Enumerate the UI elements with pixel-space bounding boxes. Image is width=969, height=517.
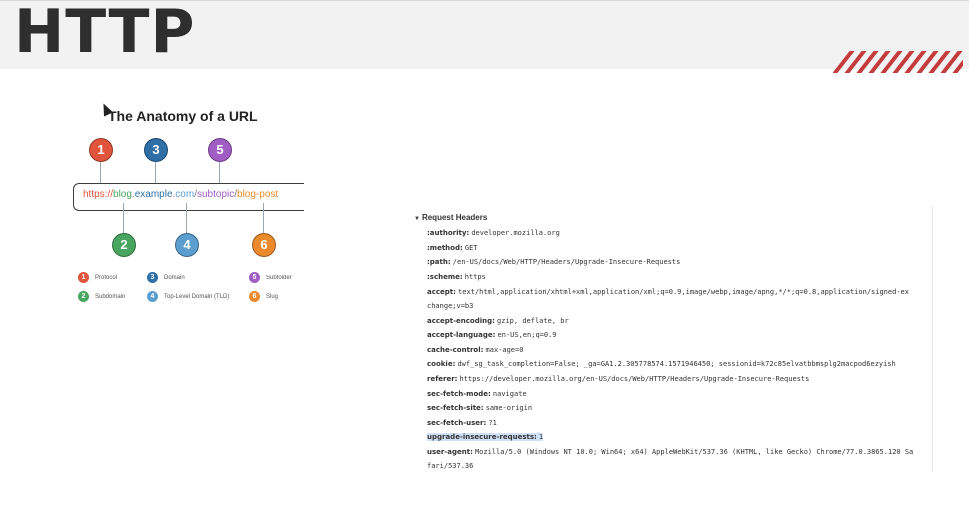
legend-label: Slug — [266, 294, 279, 300]
header-row: :authority: developer.mozilla.org — [427, 228, 560, 237]
header-value: text/html,application/xhtml+xml,applicat… — [458, 288, 909, 296]
marker-3: 3 — [144, 138, 168, 162]
url-protocol: https:// — [83, 189, 114, 200]
header-value: https — [464, 273, 486, 281]
connector-line — [123, 203, 124, 233]
header-key: referer: — [427, 375, 458, 383]
header-key: sec-fetch-site: — [427, 404, 484, 412]
connector-line — [186, 203, 187, 233]
header-row: user-agent: Mozilla/5.0 (Windows NT 10.0… — [427, 447, 913, 456]
header-key: user-agent: — [427, 448, 473, 456]
slide-title: HTTP — [14, 0, 196, 67]
header-value: same-origin — [485, 404, 533, 412]
marker-4: 4 — [175, 233, 199, 257]
header-value: gzip, deflate, br — [497, 317, 569, 325]
header-row: accept: text/html,application/xhtml+xml,… — [427, 287, 909, 296]
header-value: developer.mozilla.org — [471, 229, 560, 237]
header-key: :path: — [427, 258, 451, 266]
decorative-stripes — [833, 51, 963, 73]
connector-line — [100, 162, 101, 184]
header-row: accept-encoding: gzip, deflate, br — [427, 316, 569, 325]
header-key: sec-fetch-user: — [427, 419, 487, 427]
url-tld: com — [175, 189, 195, 200]
legend-dot: 5 — [249, 272, 260, 283]
header-key: :authority: — [427, 229, 470, 237]
header-key: cache-control: — [427, 346, 484, 354]
header-value: navigate — [492, 390, 527, 398]
connector-line — [263, 203, 264, 233]
header-value: Mozilla/5.0 (Windows NT 10.0; Win64; x64… — [474, 448, 914, 456]
legend-dot: 6 — [249, 291, 260, 302]
header-row: sec-fetch-site: same-origin — [427, 403, 532, 412]
header-key: sec-fetch-mode: — [427, 390, 491, 398]
header-value: max-age=0 — [485, 346, 524, 354]
panel-title: Request Headers — [421, 213, 488, 222]
header-row-continuation: change;v=b3 — [427, 301, 473, 310]
header-row: accept-language: en-US,en;q=0.9 — [427, 330, 557, 339]
header-key: accept-encoding: — [427, 317, 495, 325]
header-key: cookie: — [427, 360, 456, 368]
header-row: :scheme: https — [427, 272, 486, 281]
header-value: ?1 — [488, 419, 497, 427]
triangle-down-icon: ▼ — [414, 216, 420, 222]
header-row-highlighted: upgrade-insecure-requests: 1 — [427, 432, 544, 441]
header-value: 1 — [538, 433, 544, 441]
marker-5: 5 — [208, 138, 232, 162]
legend-label: Protocol — [95, 275, 118, 281]
header-key: accept-language: — [427, 331, 496, 339]
header-row: sec-fetch-mode: navigate — [427, 389, 527, 398]
url-subdomain: blog — [113, 189, 132, 200]
header-row-continuation: fari/537.36 — [427, 461, 473, 470]
header-value: /en-US/docs/Web/HTTP/Headers/Upgrade-Ins… — [452, 258, 681, 266]
connector-line — [155, 162, 156, 184]
slide-header: HTTP — [0, 0, 969, 73]
header-key: :method: — [427, 244, 463, 252]
header-row: cookie: dwf_sg_task_completion=False; _g… — [427, 359, 896, 368]
legend-dot: 2 — [78, 291, 89, 302]
url-subfolder: subtopic — [196, 189, 235, 200]
header-value: https://developer.mozilla.org/en-US/docs… — [459, 375, 810, 383]
header-value: en-US,en;q=0.9 — [497, 331, 557, 339]
connector-line — [219, 162, 220, 184]
request-headers-toggle[interactable]: ▼ Request Headers — [414, 213, 487, 222]
legend-label: Top-Level Domain (TLD) — [164, 294, 230, 300]
url-domain: example — [134, 189, 173, 200]
marker-6: 6 — [252, 233, 276, 257]
legend-dot: 3 — [147, 272, 158, 283]
header-row: :method: GET — [427, 243, 478, 252]
legend-label: Subfolder — [266, 275, 292, 281]
header-row: sec-fetch-user: ?1 — [427, 418, 497, 427]
url-text: https://blog.example.com/subtopic/blog-p… — [83, 189, 278, 200]
header-value: change;v=b3 — [427, 302, 474, 310]
legend-dot: 4 — [147, 291, 158, 302]
url-slug: blog-post — [237, 189, 279, 200]
legend-label: Subdomain — [95, 294, 126, 300]
legend-label: Domain — [164, 275, 185, 281]
header-row: cache-control: max-age=0 — [427, 345, 523, 354]
header-value: GET — [464, 244, 478, 252]
header-key: accept: — [427, 288, 456, 296]
marker-2: 2 — [112, 233, 136, 257]
header-row: referer: https://developer.mozilla.org/e… — [427, 374, 809, 383]
marker-1: 1 — [89, 138, 113, 162]
header-row: :path: /en-US/docs/Web/HTTP/Headers/Upgr… — [427, 257, 680, 266]
legend-dot: 1 — [78, 272, 89, 283]
header-value: dwf_sg_task_completion=False; _ga=GA1.2.… — [457, 360, 896, 368]
header-key: upgrade-insecure-requests: — [427, 433, 537, 441]
figure-title: The Anatomy of a URL — [108, 108, 258, 124]
request-headers-panel: ▼ Request Headers :authority: developer.m… — [408, 206, 933, 472]
header-value: fari/537.36 — [427, 462, 474, 470]
header-key: :scheme: — [427, 273, 463, 281]
